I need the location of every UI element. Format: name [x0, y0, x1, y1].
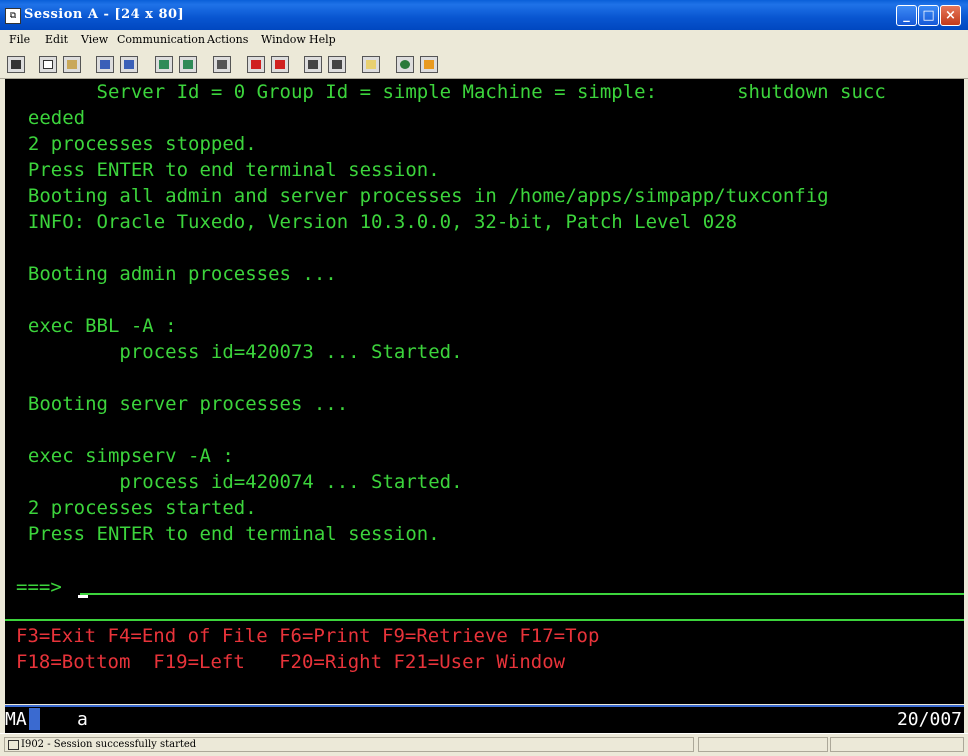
terminal-line: exec simpserv -A :: [5, 445, 234, 467]
terminal-screen[interactable]: Server Id = 0 Group Id = simple Machine …: [5, 79, 964, 704]
function-key-separator: [5, 619, 964, 621]
menu-file[interactable]: File: [9, 33, 30, 46]
copy-icon[interactable]: [39, 56, 57, 73]
close-icon: ×: [945, 8, 956, 23]
window-title: Session A - [24 x 80]: [24, 7, 185, 22]
display-keypad-icon[interactable]: [155, 56, 173, 73]
menu-window[interactable]: Window: [261, 33, 306, 46]
session-indicator-highlight: [29, 708, 40, 730]
cursor-position: 20/007: [896, 709, 962, 730]
paste-icon[interactable]: [63, 56, 81, 73]
receive-file-icon[interactable]: [120, 56, 138, 73]
menu-bar: File Edit View Communication Actions Win…: [0, 30, 968, 51]
terminal-line: INFO: Oracle Tuxedo, Version 10.3.0.0, 3…: [5, 211, 738, 233]
display-settings-icon[interactable]: [179, 56, 197, 73]
maximize-icon: □: [922, 8, 935, 23]
command-prompt: ===>: [16, 576, 62, 598]
menu-edit[interactable]: Edit: [45, 33, 68, 46]
menu-actions[interactable]: Actions: [207, 33, 248, 46]
terminal-line: Booting all admin and server processes i…: [5, 185, 829, 207]
terminal-line: Booting admin processes ...: [5, 263, 337, 285]
send-file-icon[interactable]: [96, 56, 114, 73]
toolbar: [0, 51, 968, 79]
help-tag-icon[interactable]: [420, 56, 438, 73]
stop-macro-icon[interactable]: [247, 56, 265, 73]
operator-information-area: MA a 20/007: [5, 705, 964, 733]
menu-help[interactable]: Help: [309, 33, 336, 46]
function-keys-line-2: F18=Bottom F19=Left F20=Right F21=User W…: [16, 651, 566, 673]
globe-icon[interactable]: [396, 56, 414, 73]
minimize-button[interactable]: _: [896, 5, 917, 26]
terminal-line: 2 processes started.: [5, 497, 257, 519]
status-pane: [698, 737, 828, 752]
menu-communication[interactable]: Communication: [117, 33, 205, 46]
input-mode: a: [77, 709, 88, 730]
print-screen-icon[interactable]: [7, 56, 25, 73]
maximize-button[interactable]: □: [918, 5, 939, 26]
terminal-line: eeded: [5, 107, 86, 129]
session-indicator: MA: [5, 709, 27, 730]
status-pane: [830, 737, 964, 752]
function-keys-line-1: F3=Exit F4=End of File F6=Print F9=Retri…: [16, 625, 600, 647]
status-bar: I902 - Session successfully started: [0, 733, 968, 756]
terminal-line: process id=420073 ... Started.: [5, 341, 463, 363]
menu-view[interactable]: View: [81, 33, 108, 46]
session-app-icon[interactable]: ⧉: [5, 8, 21, 24]
connection-status-icon: [8, 740, 19, 750]
terminal-line: 2 processes stopped.: [5, 133, 257, 155]
run-script-icon[interactable]: [304, 56, 322, 73]
close-button[interactable]: ×: [940, 5, 961, 26]
command-input[interactable]: [80, 593, 964, 595]
terminal-line: Press ENTER to end terminal session.: [5, 523, 440, 545]
play-macro-icon[interactable]: [271, 56, 289, 73]
window-title-bar[interactable]: ⧉ Session A - [24 x 80] _ □ ×: [0, 0, 968, 30]
record-macro-icon[interactable]: [213, 56, 231, 73]
connect-icon[interactable]: [328, 56, 346, 73]
terminal-line: Server Id = 0 Group Id = simple Machine …: [5, 81, 886, 103]
status-message: I902 - Session successfully started: [21, 739, 197, 750]
terminal-line: exec BBL -A :: [5, 315, 177, 337]
text-cursor: [78, 595, 88, 598]
status-message-pane: I902 - Session successfully started: [4, 737, 694, 752]
minimize-icon: _: [903, 8, 910, 23]
terminal-line: Press ENTER to end terminal session.: [5, 159, 440, 181]
terminal-line: Booting server processes ...: [5, 393, 349, 415]
terminal-line: process id=420074 ... Started.: [5, 471, 463, 493]
clipboard-icon[interactable]: [362, 56, 380, 73]
